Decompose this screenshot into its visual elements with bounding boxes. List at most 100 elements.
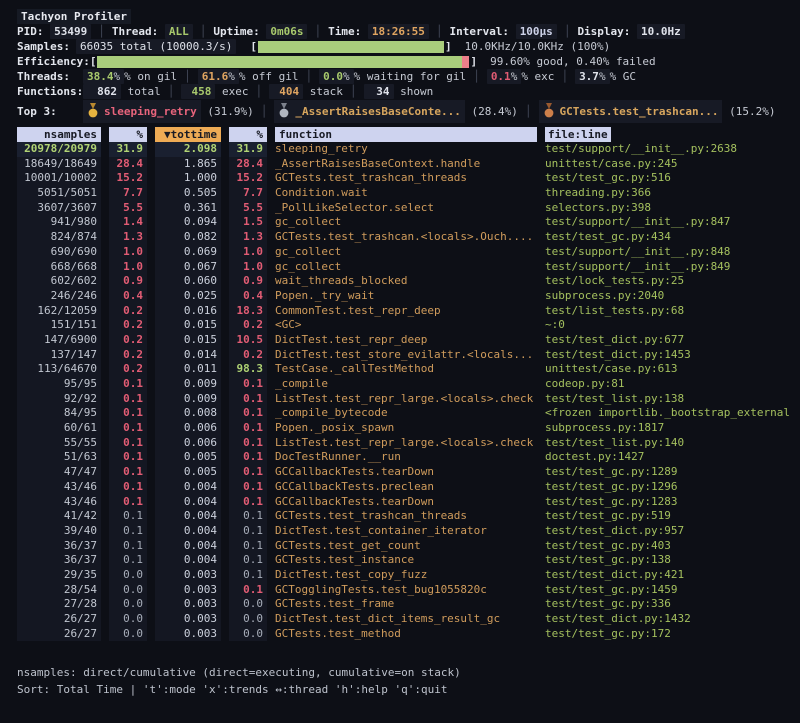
footer-keybinds: Sort: Total Time | 't':mode 'x':trends ↔… (17, 681, 800, 698)
table-row[interactable]: 147/6900 0.2 0.015 10.5 DictTest.test_re… (17, 333, 800, 348)
cell-direct-pct: 0.9 (109, 274, 147, 289)
cell-nsamples: 941/980 (17, 215, 101, 230)
cell-file-line: test/test_dict.py:1432 (545, 612, 794, 627)
functions-line: Functions: 862 total │ 458 exec │ 404 st… (17, 84, 800, 99)
table-row[interactable]: 26/27 0.0 0.003 0.0 GCTests.test_method … (17, 627, 800, 642)
table-row[interactable]: 51/63 0.1 0.005 0.1 DocTestRunner.__run … (17, 450, 800, 465)
cell-cumulative-pct: 0.9 (229, 274, 267, 289)
table-row[interactable]: 26/27 0.0 0.003 0.0 DictTest.test_dict_i… (17, 612, 800, 627)
table-row[interactable]: 29/35 0.0 0.003 0.1 DictTest.test_copy_f… (17, 568, 800, 583)
cell-file-line: unittest/case.py:245 (545, 157, 794, 172)
table-row[interactable]: 668/668 1.0 0.067 1.0 gc_collect test/su… (17, 260, 800, 275)
cell-function: GCTests.test_instance (275, 553, 537, 568)
cell-tottime: 0.060 (155, 274, 221, 289)
cell-direct-pct: 0.1 (109, 480, 147, 495)
cell-nsamples: 602/602 (17, 274, 101, 289)
column-header-cumulative-pct[interactable]: % (229, 127, 267, 142)
table-row[interactable]: 36/37 0.1 0.004 0.1 GCTests.test_get_cou… (17, 539, 800, 554)
cell-direct-pct: 0.1 (109, 553, 147, 568)
cell-nsamples: 28/54 (17, 583, 101, 598)
samples-label: Samples: (17, 39, 76, 54)
table-row[interactable]: 55/55 0.1 0.006 0.1 ListTest.test_repr_l… (17, 436, 800, 451)
cell-nsamples: 113/64670 (17, 362, 101, 377)
column-header-direct-pct[interactable]: % (109, 127, 147, 142)
functions-stack: 404 (269, 84, 303, 99)
table-row[interactable]: 824/874 1.3 0.082 1.3 GCTests.test_trash… (17, 230, 800, 245)
cell-cumulative-pct: 98.3 (229, 362, 267, 377)
table-row[interactable]: 151/151 0.2 0.015 0.2 <GC> ~:0 (17, 318, 800, 333)
cell-direct-pct: 0.0 (109, 612, 147, 627)
table-row[interactable]: 137/147 0.2 0.014 0.2 DictTest.test_stor… (17, 348, 800, 363)
table-row[interactable]: 20978/20979 31.9 2.098 31.9 sleeping_ret… (17, 142, 800, 157)
cell-file-line: test/test_gc.py:403 (545, 539, 794, 554)
status-line: PID: 53499 │ Thread: ALL │ Uptime: 0m06s… (17, 24, 800, 39)
table-row[interactable]: 690/690 1.0 0.069 1.0 gc_collect test/su… (17, 245, 800, 260)
cell-file-line: test/support/__init__.py:2638 (545, 142, 794, 157)
cell-file-line: test/test_gc.py:336 (545, 597, 794, 612)
display-value: 10.0Hz (637, 24, 685, 39)
cell-nsamples: 55/55 (17, 436, 101, 451)
table-row[interactable]: 28/54 0.0 0.003 0.1 GCTogglingTests.test… (17, 583, 800, 598)
efficiency-label: Efficiency: (17, 54, 90, 69)
thread-value[interactable]: ALL (165, 24, 193, 39)
top3-item-2[interactable]: _AssertRaisesBaseConte... (274, 100, 465, 123)
table-row[interactable]: 41/42 0.1 0.004 0.1 GCTests.test_trashca… (17, 509, 800, 524)
cell-file-line: test/test_list.py:140 (545, 436, 794, 451)
cell-function: TestCase._callTestMethod (275, 362, 537, 377)
table-row[interactable]: 246/246 0.4 0.025 0.4 Popen._try_wait su… (17, 289, 800, 304)
table-row[interactable]: 36/37 0.1 0.004 0.1 GCTests.test_instanc… (17, 553, 800, 568)
table-row[interactable]: 84/95 0.1 0.008 0.1 _compile_bytecode <f… (17, 406, 800, 421)
table-row[interactable]: 95/95 0.1 0.009 0.1 _compile codeop.py:8… (17, 377, 800, 392)
table-row[interactable]: 18649/18649 28.4 1.865 28.4 _AssertRaise… (17, 157, 800, 172)
cell-file-line: test/test_gc.py:1459 (545, 583, 794, 598)
table-row[interactable]: 27/28 0.0 0.003 0.0 GCTests.test_frame t… (17, 597, 800, 612)
cell-nsamples: 41/42 (17, 509, 101, 524)
top3-item-1[interactable]: sleeping_retry (83, 100, 201, 123)
column-header-tottime-sorted[interactable]: ▼tottime (155, 127, 221, 142)
cell-function: _compile_bytecode (275, 406, 537, 421)
table-row[interactable]: 43/46 0.1 0.004 0.1 GCCallbackTests.prec… (17, 480, 800, 495)
table-row[interactable]: 3607/3607 5.5 0.361 5.5 _PollLikeSelecto… (17, 201, 800, 216)
top3-line: Top 3: sleeping_retry (31.9%) │ _AssertR… (17, 100, 800, 123)
table-row[interactable]: 113/64670 0.2 0.011 98.3 TestCase._callT… (17, 362, 800, 377)
off-gil-pct: 61.6 (202, 70, 229, 83)
cell-nsamples: 668/668 (17, 260, 101, 275)
top3-item-3[interactable]: GCTests.test_trashcan... (539, 100, 723, 123)
cell-tottime: 0.014 (155, 348, 221, 363)
cell-cumulative-pct: 0.4 (229, 289, 267, 304)
table-row[interactable]: 47/47 0.1 0.005 0.1 GCCallbackTests.tear… (17, 465, 800, 480)
table-row[interactable]: 602/602 0.9 0.060 0.9 wait_threads_block… (17, 274, 800, 289)
interval-label: Interval: (449, 24, 509, 39)
cell-nsamples: 39/40 (17, 524, 101, 539)
cell-direct-pct: 0.1 (109, 539, 147, 554)
cell-direct-pct: 1.3 (109, 230, 147, 245)
cell-function: <GC> (275, 318, 537, 333)
column-header-file-line[interactable]: file:line (545, 127, 611, 142)
table-row[interactable]: 162/12059 0.2 0.016 18.3 CommonTest.test… (17, 304, 800, 319)
table-row[interactable]: 39/40 0.1 0.004 0.1 DictTest.test_contai… (17, 524, 800, 539)
cell-function: sleeping_retry (275, 142, 537, 157)
column-header-nsamples[interactable]: nsamples (17, 127, 101, 142)
cell-cumulative-pct: 0.1 (229, 450, 267, 465)
table-row[interactable]: 941/980 1.4 0.094 1.5 gc_collect test/su… (17, 215, 800, 230)
cell-file-line: test/test_dict.py:1453 (545, 348, 794, 363)
cell-tottime: 0.003 (155, 627, 221, 642)
cell-function: ListTest.test_repr_large.<locals>.check (275, 436, 537, 451)
column-header-function[interactable]: function (275, 127, 537, 142)
cell-nsamples: 92/92 (17, 392, 101, 407)
table-row[interactable]: 92/92 0.1 0.009 0.1 ListTest.test_repr_l… (17, 392, 800, 407)
cell-tottime: 0.003 (155, 597, 221, 612)
cell-function: GCCallbackTests.preclean (275, 480, 537, 495)
cell-direct-pct: 0.1 (109, 392, 147, 407)
table-row[interactable]: 5051/5051 7.7 0.505 7.7 Condition.wait t… (17, 186, 800, 201)
footer: nsamples: direct/cumulative (direct=exec… (17, 664, 800, 698)
cell-direct-pct: 0.0 (109, 568, 147, 583)
table-row[interactable]: 60/61 0.1 0.006 0.1 Popen._posix_spawn s… (17, 421, 800, 436)
cell-tottime: 0.008 (155, 406, 221, 421)
cell-tottime: 0.004 (155, 509, 221, 524)
table-row[interactable]: 43/46 0.1 0.004 0.1 GCCallbackTests.tear… (17, 495, 800, 510)
waiting-gil-pct: 0.0 (323, 70, 343, 83)
cell-tottime: 0.006 (155, 436, 221, 451)
cell-file-line: test/test_gc.py:172 (545, 627, 794, 642)
table-row[interactable]: 10001/10002 15.2 1.000 15.2 GCTests.test… (17, 171, 800, 186)
